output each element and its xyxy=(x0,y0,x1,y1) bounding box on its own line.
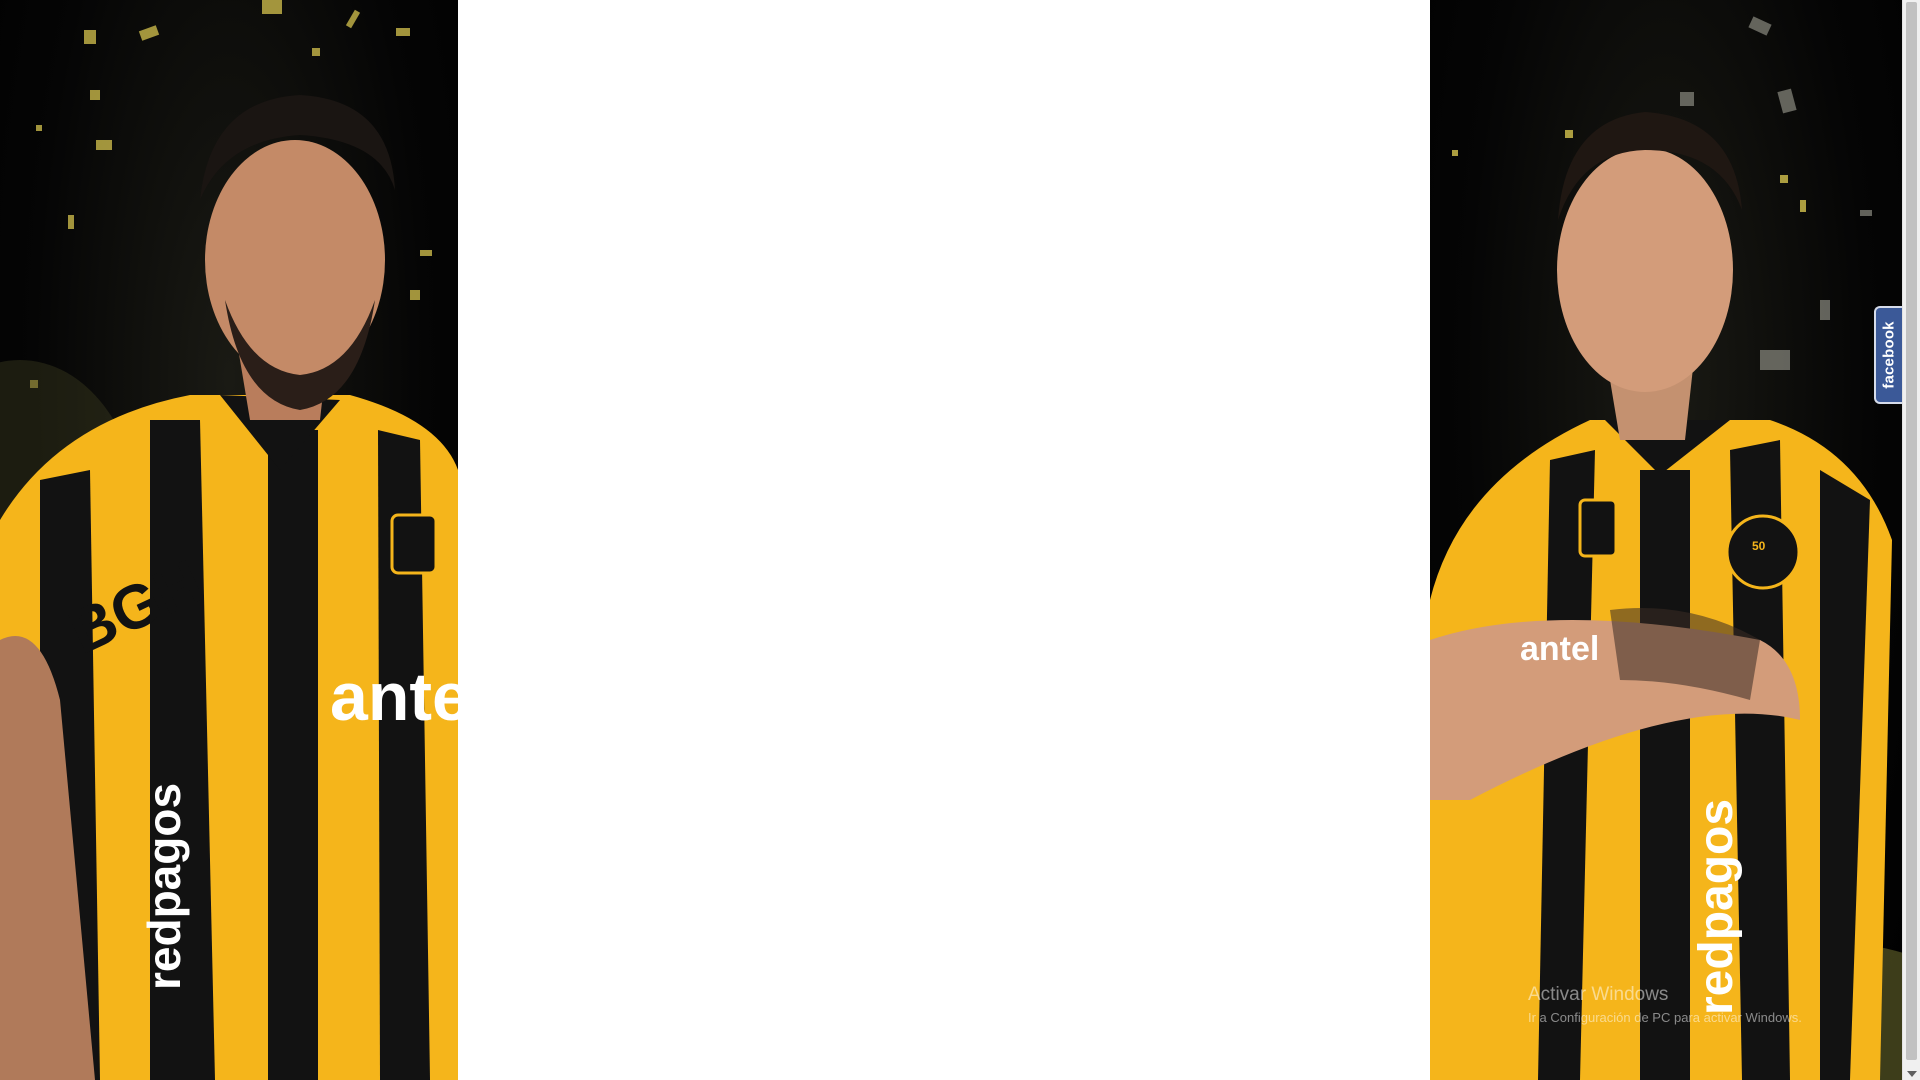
left-player-illustration: BGH antel redpagos xyxy=(0,0,458,1080)
right-player-illustration: 50 redpagos antel xyxy=(1430,16,1902,1080)
left-player-panel: BGH antel redpagos xyxy=(0,0,458,1080)
svg-text:antel: antel xyxy=(330,659,458,735)
activation-title: Activar Windows xyxy=(1528,984,1669,1005)
facebook-tab[interactable]: facebook xyxy=(1874,306,1902,404)
page-scrollbar[interactable] xyxy=(1902,0,1920,1080)
svg-text:antel: antel xyxy=(1520,630,1599,668)
main-content-area xyxy=(458,0,1430,1080)
windows-activation-watermark: Activar Windows Ir a Configuración de PC… xyxy=(1528,984,1802,1025)
right-player-panel: 50 redpagos antel xyxy=(1430,0,1902,1080)
scrollbar-thumb[interactable] xyxy=(1906,2,1917,1060)
svg-text:redpagos: redpagos xyxy=(1690,799,1743,1015)
badge-number: 50 xyxy=(1752,539,1766,553)
scroll-down-arrow-icon[interactable] xyxy=(1907,1071,1917,1077)
facebook-tab-label: facebook xyxy=(1880,321,1898,389)
activation-subtitle: Ir a Configuración de PC para activar Wi… xyxy=(1528,1010,1802,1025)
svg-text:redpagos: redpagos xyxy=(138,783,190,990)
